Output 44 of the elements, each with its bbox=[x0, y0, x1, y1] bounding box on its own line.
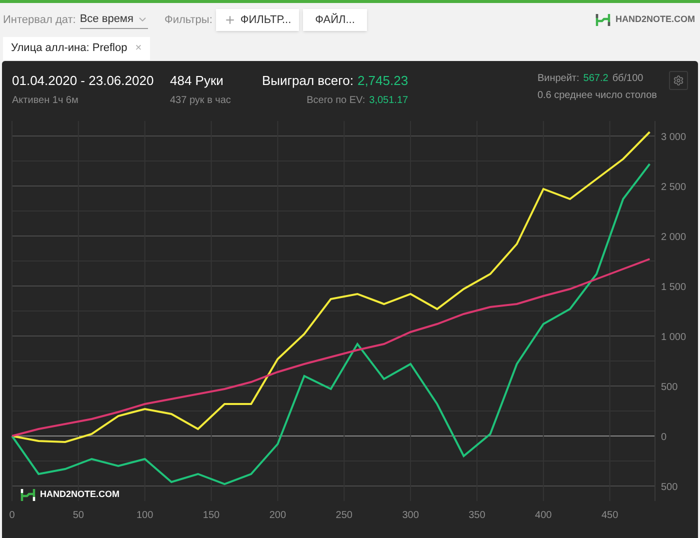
settings-icon bbox=[673, 75, 684, 86]
x-tick-label: 250 bbox=[336, 510, 352, 521]
ev-label: Всего по EV: bbox=[306, 94, 366, 108]
x-tick-label: 100 bbox=[136, 510, 154, 521]
y-tick-label: 0 bbox=[661, 432, 667, 443]
tag-label: Улица алл-ина: Preflop bbox=[11, 41, 128, 56]
x-tick-label: 0 bbox=[9, 510, 15, 521]
x-tick-label: 300 bbox=[402, 510, 419, 521]
file-button[interactable]: ФАЙЛ... bbox=[303, 8, 367, 32]
y-tick-label: 2 000 bbox=[661, 232, 686, 243]
x-tick-label: 450 bbox=[601, 510, 618, 521]
y-tick-label: 500 bbox=[661, 382, 678, 393]
y-tick-label: 1 500 bbox=[661, 282, 686, 293]
active-time: Активен 1ч 6м bbox=[12, 94, 80, 108]
x-tick-label: 200 bbox=[269, 510, 286, 521]
logo-text: HAND2NOTE.COM bbox=[615, 13, 695, 26]
won-value: 2,745.23 bbox=[357, 72, 408, 90]
date-range-label: Интервал дат: bbox=[3, 12, 76, 28]
x-tick-label: 50 bbox=[72, 510, 84, 521]
x-tick-label: 350 bbox=[468, 510, 486, 521]
logo-icon bbox=[595, 12, 612, 28]
ev-value: 3,051.17 bbox=[369, 94, 408, 108]
date-range-dropdown[interactable]: Все время bbox=[80, 11, 148, 29]
logo-icon bbox=[20, 487, 36, 503]
winrate-unit: бб/100 bbox=[612, 72, 644, 86]
winrate-value: 567.2 bbox=[583, 72, 608, 86]
filter-button[interactable]: ФИЛЬТР... bbox=[216, 8, 300, 32]
plus-icon bbox=[224, 14, 236, 26]
y-tick-label: 1 000 bbox=[661, 332, 686, 343]
logo-text: HAND2NOTE.COM bbox=[40, 488, 120, 502]
won-label: Выиграл всего: bbox=[262, 72, 354, 90]
settings-button[interactable] bbox=[669, 71, 688, 90]
x-tick-label: 150 bbox=[202, 510, 220, 521]
average-tables: 0.6 среднее число столов bbox=[537, 88, 657, 103]
y-tick-label: 500 bbox=[661, 482, 678, 493]
hands-rate: 437 рук в час bbox=[170, 94, 232, 108]
filters-label: Фильтры: bbox=[164, 12, 212, 28]
winrate-label: Винрейт: bbox=[537, 72, 580, 86]
hands-count: 484 Руки bbox=[170, 72, 224, 90]
y-tick-label: 3 000 bbox=[661, 132, 686, 143]
filter-tag[interactable]: Улица алл-ина: Preflop × bbox=[3, 37, 150, 60]
x-tick-label: 400 bbox=[535, 510, 552, 521]
date-period: 01.04.2020 - 23.06.2020 bbox=[12, 72, 155, 90]
y-tick-label: 2 500 bbox=[661, 182, 686, 193]
